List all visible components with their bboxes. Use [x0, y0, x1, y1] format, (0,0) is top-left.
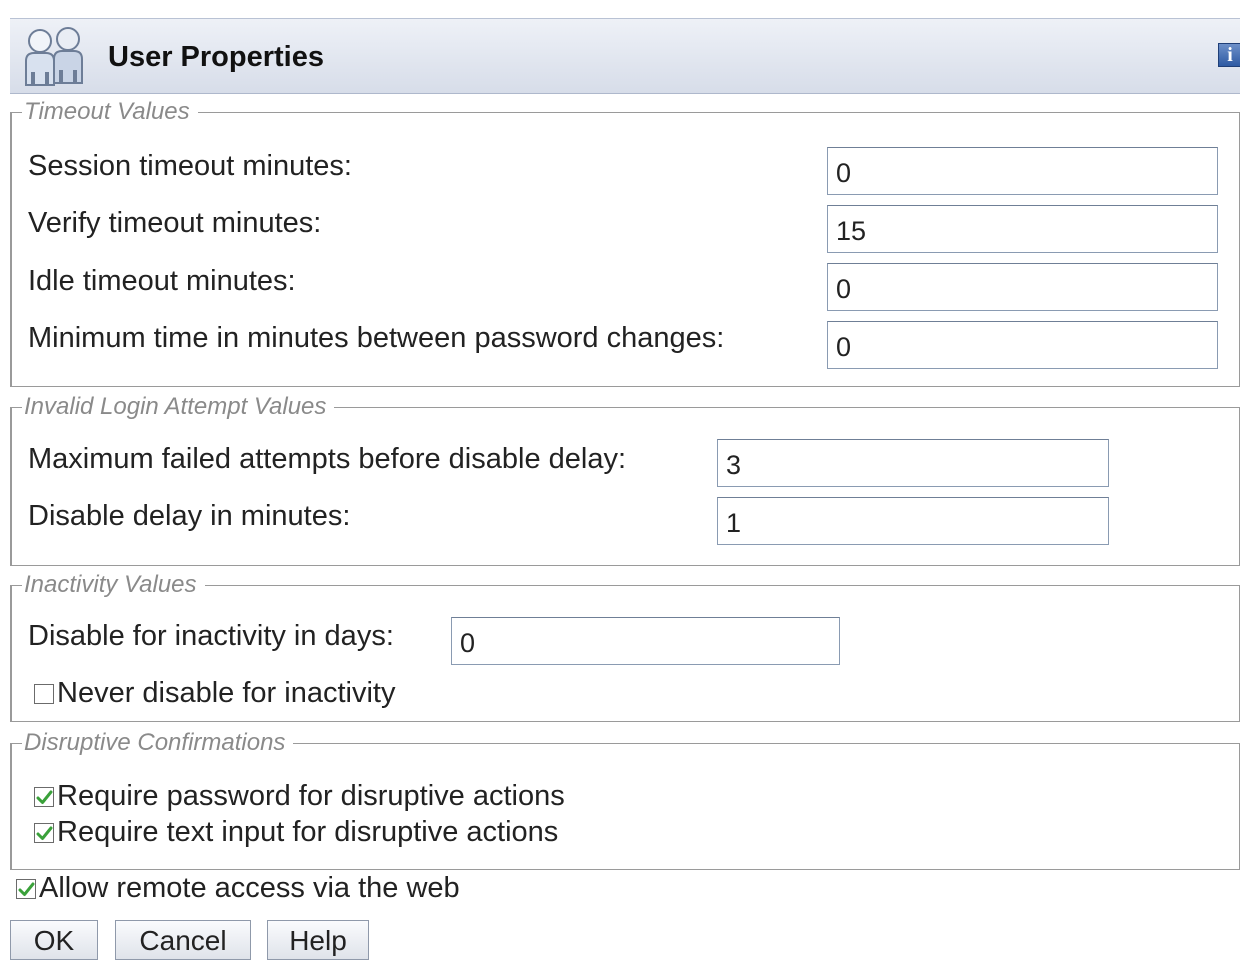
checkmark-icon: [36, 790, 53, 804]
checkmark-icon: [36, 826, 53, 840]
max-failed-attempts-label: Maximum failed attempts before disable d…: [28, 443, 627, 475]
ok-button[interactable]: OK: [10, 920, 98, 960]
session-timeout-input[interactable]: 0: [827, 147, 1218, 195]
disable-delay-input[interactable]: 1: [717, 497, 1109, 545]
require-text-row[interactable]: Require text input for disruptive action…: [34, 816, 558, 849]
disable-inactivity-days-input[interactable]: 0: [451, 617, 840, 665]
require-text-label: Require text input for disruptive action…: [57, 816, 559, 848]
max-failed-attempts-input[interactable]: 3: [717, 439, 1109, 487]
min-password-change-label: Minimum time in minutes between password…: [28, 322, 725, 354]
never-disable-row[interactable]: Never disable for inactivity: [34, 677, 395, 710]
remote-access-label: Allow remote access via the web: [39, 872, 460, 904]
remote-access-row[interactable]: Allow remote access via the web: [16, 872, 460, 905]
idle-timeout-label: Idle timeout minutes:: [28, 265, 296, 297]
cancel-button[interactable]: Cancel: [115, 920, 251, 960]
verify-timeout-input[interactable]: 15: [827, 205, 1218, 253]
invalid-login-legend: Invalid Login Attempt Values: [24, 393, 327, 420]
verify-timeout-label: Verify timeout minutes:: [28, 207, 322, 239]
require-password-row[interactable]: Require password for disruptive actions: [34, 780, 565, 813]
require-password-label: Require password for disruptive actions: [57, 780, 565, 812]
users-icon: [25, 27, 83, 86]
remote-access-checkbox[interactable]: [16, 878, 36, 899]
title-bar: User Properties i: [10, 18, 1240, 94]
require-password-checkbox[interactable]: [34, 786, 54, 807]
never-disable-label: Never disable for inactivity: [57, 677, 396, 709]
checkmark-icon: [18, 882, 35, 896]
never-disable-checkbox[interactable]: [34, 683, 54, 704]
page-title: User Properties: [108, 41, 324, 73]
idle-timeout-input[interactable]: 0: [827, 263, 1218, 311]
disable-inactivity-days-label: Disable for inactivity in days:: [28, 620, 394, 652]
min-password-change-input[interactable]: 0: [827, 321, 1218, 369]
disable-delay-label: Disable delay in minutes:: [28, 500, 351, 532]
session-timeout-label: Session timeout minutes:: [28, 150, 352, 182]
timeout-values-legend: Timeout Values: [24, 98, 190, 125]
require-text-checkbox[interactable]: [34, 822, 54, 843]
help-button[interactable]: Help: [267, 920, 369, 960]
inactivity-legend: Inactivity Values: [24, 571, 197, 598]
disruptive-confirmations-legend: Disruptive Confirmations: [24, 729, 286, 756]
info-icon[interactable]: i: [1218, 43, 1240, 67]
